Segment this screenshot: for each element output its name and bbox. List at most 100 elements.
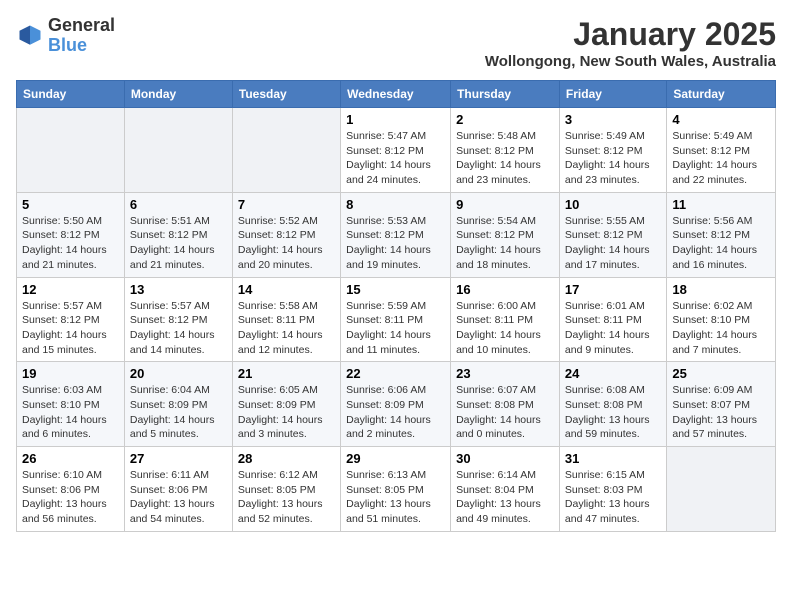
weekday-header-cell: Thursday (451, 81, 560, 108)
calendar-day-cell (232, 108, 340, 193)
day-info: Sunrise: 6:05 AMSunset: 8:09 PMDaylight:… (238, 383, 335, 442)
calendar-day-cell: 2 Sunrise: 5:48 AMSunset: 8:12 PMDaylight… (451, 108, 560, 193)
calendar-day-cell: 7 Sunrise: 5:52 AMSunset: 8:12 PMDaylight… (232, 192, 340, 277)
calendar-day-cell: 15 Sunrise: 5:59 AMSunset: 8:11 PMDayligh… (341, 277, 451, 362)
day-number: 20 (130, 366, 227, 381)
day-number: 18 (672, 282, 770, 297)
day-number: 3 (565, 112, 661, 127)
calendar-week-row: 26 Sunrise: 6:10 AMSunset: 8:06 PMDayligh… (17, 447, 776, 532)
calendar-week-row: 5Sunrise: 5:50 AMSunset: 8:12 PMDaylight… (17, 192, 776, 277)
calendar-day-cell: 14Sunrise: 5:58 AMSunset: 8:11 PMDayligh… (232, 277, 340, 362)
day-number: 16 (456, 282, 554, 297)
day-info: Sunrise: 6:08 AMSunset: 8:08 PMDaylight:… (565, 383, 661, 442)
day-info: Sunrise: 6:15 AMSunset: 8:03 PMDaylight:… (565, 468, 661, 527)
day-number: 24 (565, 366, 661, 381)
day-number: 29 (346, 451, 445, 466)
day-number: 2 (456, 112, 554, 127)
day-number: 25 (672, 366, 770, 381)
calendar-day-cell: 22 Sunrise: 6:06 AMSunset: 8:09 PMDayligh… (341, 362, 451, 447)
day-info: Sunrise: 5:47 AMSunset: 8:12 PMDaylight:… (346, 129, 445, 188)
day-number: 14 (238, 282, 335, 297)
calendar-week-row: 1 Sunrise: 5:47 AMSunset: 8:12 PMDaylight… (17, 108, 776, 193)
calendar-day-cell: 24 Sunrise: 6:08 AMSunset: 8:08 PMDayligh… (559, 362, 666, 447)
calendar-week-row: 19 Sunrise: 6:03 AMSunset: 8:10 PMDayligh… (17, 362, 776, 447)
weekday-header-cell: Wednesday (341, 81, 451, 108)
logo-icon (16, 22, 44, 50)
calendar-day-cell: 20 Sunrise: 6:04 AMSunset: 8:09 PMDayligh… (124, 362, 232, 447)
calendar-day-cell: 17Sunrise: 6:01 AMSunset: 8:11 PMDayligh… (559, 277, 666, 362)
calendar-day-cell: 6Sunrise: 5:51 AMSunset: 8:12 PMDaylight… (124, 192, 232, 277)
day-number: 13 (130, 282, 227, 297)
day-info: Sunrise: 5:54 AMSunset: 8:12 PMDaylight:… (456, 214, 554, 273)
day-number: 19 (22, 366, 119, 381)
calendar-day-cell: 16 Sunrise: 6:00 AMSunset: 8:11 PMDayligh… (451, 277, 560, 362)
title-block: January 2025 Wollongong, New South Wales… (485, 16, 776, 70)
day-info: Sunrise: 5:56 AMSunset: 8:12 PMDaylight:… (672, 214, 770, 273)
calendar-body: 1 Sunrise: 5:47 AMSunset: 8:12 PMDaylight… (17, 108, 776, 532)
calendar-day-cell: 1 Sunrise: 5:47 AMSunset: 8:12 PMDaylight… (341, 108, 451, 193)
day-info: Sunrise: 6:07 AMSunset: 8:08 PMDaylight:… (456, 383, 554, 442)
day-number: 22 (346, 366, 445, 381)
day-info: Sunrise: 6:12 AMSunset: 8:05 PMDaylight:… (238, 468, 335, 527)
calendar-day-cell: 11 Sunrise: 5:56 AMSunset: 8:12 PMDayligh… (667, 192, 776, 277)
calendar-day-cell: 19 Sunrise: 6:03 AMSunset: 8:10 PMDayligh… (17, 362, 125, 447)
calendar-day-cell: 5Sunrise: 5:50 AMSunset: 8:12 PMDaylight… (17, 192, 125, 277)
calendar-day-cell: 29 Sunrise: 6:13 AMSunset: 8:05 PMDayligh… (341, 447, 451, 532)
month-title: January 2025 (485, 16, 776, 53)
day-info: Sunrise: 6:06 AMSunset: 8:09 PMDaylight:… (346, 383, 445, 442)
day-number: 30 (456, 451, 554, 466)
day-number: 1 (346, 112, 445, 127)
day-number: 11 (672, 197, 770, 212)
weekday-header-cell: Sunday (17, 81, 125, 108)
calendar-day-cell: 12 Sunrise: 5:57 AMSunset: 8:12 PMDayligh… (17, 277, 125, 362)
calendar-week-row: 12 Sunrise: 5:57 AMSunset: 8:12 PMDayligh… (17, 277, 776, 362)
calendar-day-cell: 23 Sunrise: 6:07 AMSunset: 8:08 PMDayligh… (451, 362, 560, 447)
calendar-day-cell: 27Sunrise: 6:11 AMSunset: 8:06 PMDayligh… (124, 447, 232, 532)
day-number: 10 (565, 197, 661, 212)
weekday-header-cell: Monday (124, 81, 232, 108)
calendar-day-cell: 31Sunrise: 6:15 AMSunset: 8:03 PMDayligh… (559, 447, 666, 532)
calendar-day-cell: 21 Sunrise: 6:05 AMSunset: 8:09 PMDayligh… (232, 362, 340, 447)
calendar-day-cell: 28Sunrise: 6:12 AMSunset: 8:05 PMDayligh… (232, 447, 340, 532)
day-number: 26 (22, 451, 119, 466)
day-number: 12 (22, 282, 119, 297)
day-number: 21 (238, 366, 335, 381)
weekday-header-cell: Tuesday (232, 81, 340, 108)
day-info: Sunrise: 6:00 AMSunset: 8:11 PMDaylight:… (456, 299, 554, 358)
calendar-day-cell: 13Sunrise: 5:57 AMSunset: 8:12 PMDayligh… (124, 277, 232, 362)
calendar-day-cell (17, 108, 125, 193)
day-number: 6 (130, 197, 227, 212)
day-info: Sunrise: 5:49 AMSunset: 8:12 PMDaylight:… (672, 129, 770, 188)
day-info: Sunrise: 5:49 AMSunset: 8:12 PMDaylight:… (565, 129, 661, 188)
calendar-day-cell: 8Sunrise: 5:53 AMSunset: 8:12 PMDaylight… (341, 192, 451, 277)
day-info: Sunrise: 5:53 AMSunset: 8:12 PMDaylight:… (346, 214, 445, 273)
day-info: Sunrise: 5:48 AMSunset: 8:12 PMDaylight:… (456, 129, 554, 188)
day-number: 23 (456, 366, 554, 381)
day-info: Sunrise: 5:52 AMSunset: 8:12 PMDaylight:… (238, 214, 335, 273)
calendar-day-cell: 25Sunrise: 6:09 AMSunset: 8:07 PMDayligh… (667, 362, 776, 447)
logo-text: General Blue (48, 16, 115, 56)
calendar-day-cell (667, 447, 776, 532)
weekday-header-cell: Saturday (667, 81, 776, 108)
day-info: Sunrise: 5:57 AMSunset: 8:12 PMDaylight:… (22, 299, 119, 358)
day-number: 17 (565, 282, 661, 297)
day-number: 27 (130, 451, 227, 466)
calendar-day-cell: 26 Sunrise: 6:10 AMSunset: 8:06 PMDayligh… (17, 447, 125, 532)
day-info: Sunrise: 6:13 AMSunset: 8:05 PMDaylight:… (346, 468, 445, 527)
day-number: 7 (238, 197, 335, 212)
day-number: 4 (672, 112, 770, 127)
day-info: Sunrise: 6:04 AMSunset: 8:09 PMDaylight:… (130, 383, 227, 442)
day-info: Sunrise: 6:03 AMSunset: 8:10 PMDaylight:… (22, 383, 119, 442)
calendar-day-cell (124, 108, 232, 193)
calendar-day-cell: 4 Sunrise: 5:49 AMSunset: 8:12 PMDaylight… (667, 108, 776, 193)
day-number: 5 (22, 197, 119, 212)
location-subtitle: Wollongong, New South Wales, Australia (485, 53, 776, 70)
weekday-header-cell: Friday (559, 81, 666, 108)
day-info: Sunrise: 6:14 AMSunset: 8:04 PMDaylight:… (456, 468, 554, 527)
day-number: 15 (346, 282, 445, 297)
day-info: Sunrise: 5:59 AMSunset: 8:11 PMDaylight:… (346, 299, 445, 358)
calendar-day-cell: 3 Sunrise: 5:49 AMSunset: 8:12 PMDaylight… (559, 108, 666, 193)
page-header: General Blue January 2025 Wollongong, Ne… (16, 16, 776, 70)
calendar-day-cell: 18Sunrise: 6:02 AMSunset: 8:10 PMDayligh… (667, 277, 776, 362)
day-info: Sunrise: 6:10 AMSunset: 8:06 PMDaylight:… (22, 468, 119, 527)
